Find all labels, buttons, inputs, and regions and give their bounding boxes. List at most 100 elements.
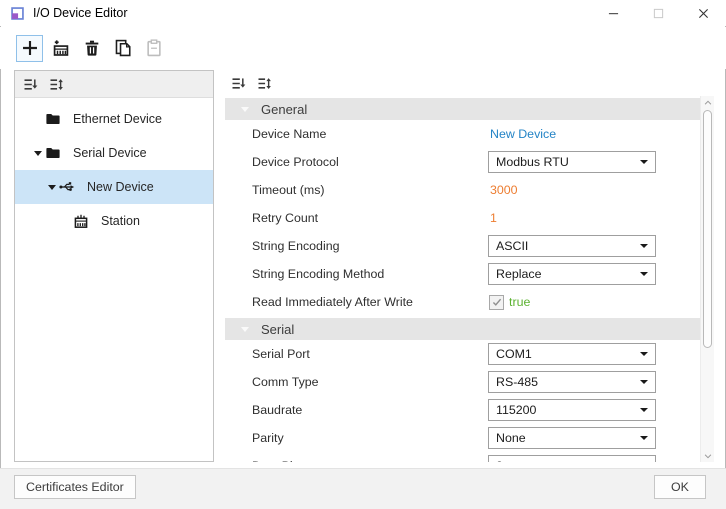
parity-dropdown[interactable]: None [488, 427, 656, 449]
string-encoding-method-dropdown[interactable]: Replace [488, 263, 656, 285]
device-tree-panel: Ethernet Device Serial Device New Device St… [14, 70, 214, 462]
collapse-all-icon [231, 76, 246, 91]
dropdown-value: Replace [496, 267, 542, 281]
section-title: General [261, 101, 308, 117]
device-name-value[interactable]: New Device [488, 127, 556, 141]
check-icon [491, 296, 503, 308]
property-label: Baudrate [252, 403, 303, 417]
device-protocol-dropdown[interactable]: Modbus RTU [488, 151, 656, 173]
dropdown-value: None [496, 431, 526, 445]
section-title: Serial [261, 321, 295, 337]
section-header-general[interactable]: General [225, 98, 700, 120]
tree-item-ethernet-device[interactable]: Ethernet Device [15, 102, 213, 136]
io-device-editor-window: I/O Device Editor Ethernet Device Serial … [0, 0, 726, 509]
property-label: Comm Type [252, 375, 319, 389]
device-tree: Ethernet Device Serial Device New Device St… [15, 98, 213, 238]
close-button[interactable] [681, 0, 726, 26]
read-immediately-after-write-checkbox[interactable] [489, 294, 504, 310]
property-row-device-name: Device Name New Device [225, 120, 700, 148]
dropdown-value: 115200 [496, 403, 537, 417]
app-icon [10, 6, 25, 21]
property-label: String Encoding Method [252, 267, 385, 281]
scroll-up-icon[interactable] [701, 96, 714, 109]
section-collapse-icon [241, 326, 249, 332]
footer-bar: Certificates Editor OK [0, 468, 726, 509]
dropdown-value: Modbus RTU [496, 155, 569, 169]
close-icon [698, 8, 709, 19]
caption-buttons [591, 0, 726, 26]
tree-item-label: New Device [87, 180, 154, 194]
property-row-string-encoding: String Encoding ASCII [225, 232, 700, 260]
add-station-button[interactable] [47, 34, 74, 62]
property-label: Retry Count [252, 211, 319, 225]
folder-icon [45, 145, 65, 161]
expand-all-button[interactable] [49, 77, 64, 92]
expand-all-button[interactable] [257, 76, 272, 91]
window-title: I/O Device Editor [33, 6, 128, 20]
collapse-all-button[interactable] [231, 76, 246, 91]
copy-button[interactable] [109, 34, 136, 62]
chevron-down-icon [640, 272, 648, 276]
property-label: Device Protocol [252, 155, 339, 169]
timeout-ms-value[interactable]: 3000 [488, 183, 518, 197]
inspector-toolbar [225, 70, 714, 96]
scrollbar-thumb[interactable] [703, 110, 712, 348]
expander-icon[interactable] [45, 184, 59, 190]
dropdown-value: RS-485 [496, 375, 539, 389]
property-label: Parity [252, 431, 284, 445]
chevron-down-icon [640, 436, 648, 440]
tree-item-new-device[interactable]: New Device [15, 170, 213, 204]
property-row-data-bits: Data Bits 8 [225, 452, 700, 462]
tree-item-station[interactable]: Station [15, 204, 213, 238]
usb-device-icon [59, 179, 79, 195]
certificates-editor-button[interactable]: Certificates Editor [14, 475, 136, 499]
chevron-down-icon [640, 408, 648, 412]
titlebar: I/O Device Editor [0, 0, 726, 26]
minimize-icon [608, 8, 619, 19]
chevron-down-icon [640, 380, 648, 384]
add-device-button[interactable] [16, 34, 43, 62]
station-icon [73, 213, 93, 229]
vertical-scrollbar[interactable] [700, 96, 714, 462]
tree-item-serial-device[interactable]: Serial Device [15, 136, 213, 170]
main-toolbar [0, 27, 726, 69]
minimize-button[interactable] [591, 0, 636, 26]
dropdown-value: 8 [496, 459, 503, 462]
section-header-serial[interactable]: Serial [225, 318, 700, 340]
serial-port-dropdown[interactable]: COM1 [488, 343, 656, 365]
property-inspector-panel: General Device Name New Device Device Proto… [225, 70, 714, 462]
property-label: String Encoding [252, 239, 340, 253]
section-collapse-icon [241, 106, 249, 112]
property-row-read-immediately-after-write: Read Immediately After Write true [225, 288, 700, 316]
property-label: Timeout (ms) [252, 183, 325, 197]
property-label: Serial Port [252, 347, 310, 361]
tree-item-label: Ethernet Device [73, 112, 162, 126]
scroll-down-icon[interactable] [701, 449, 714, 462]
property-row-timeout-ms: Timeout (ms) 3000 [225, 176, 700, 204]
paste-button [140, 34, 167, 62]
property-row-retry-count: Retry Count 1 [225, 204, 700, 232]
dropdown-value: COM1 [496, 347, 532, 361]
data-bits-dropdown[interactable]: 8 [488, 455, 656, 462]
tree-item-label: Serial Device [73, 146, 147, 160]
maximize-button [636, 0, 681, 26]
checkbox-value-label: true [509, 295, 531, 309]
property-label: Read Immediately After Write [252, 295, 413, 309]
expander-icon[interactable] [31, 150, 45, 156]
property-row-comm-type: Comm Type RS-485 [225, 368, 700, 396]
property-list: General Device Name New Device Device Proto… [225, 96, 700, 462]
chevron-down-icon [640, 160, 648, 164]
paste-icon [145, 39, 163, 57]
ok-button[interactable]: OK [654, 475, 706, 499]
collapse-all-button[interactable] [23, 77, 38, 92]
property-row-device-protocol: Device Protocol Modbus RTU [225, 148, 700, 176]
delete-button[interactable] [78, 34, 105, 62]
baudrate-dropdown[interactable]: 115200 [488, 399, 656, 421]
comm-type-dropdown[interactable]: RS-485 [488, 371, 656, 393]
station-add-icon [52, 39, 70, 57]
property-row-serial-port: Serial Port COM1 [225, 340, 700, 368]
trash-icon [83, 39, 101, 57]
retry-count-value[interactable]: 1 [488, 211, 497, 225]
chevron-down-icon [640, 352, 648, 356]
string-encoding-dropdown[interactable]: ASCII [488, 235, 656, 257]
